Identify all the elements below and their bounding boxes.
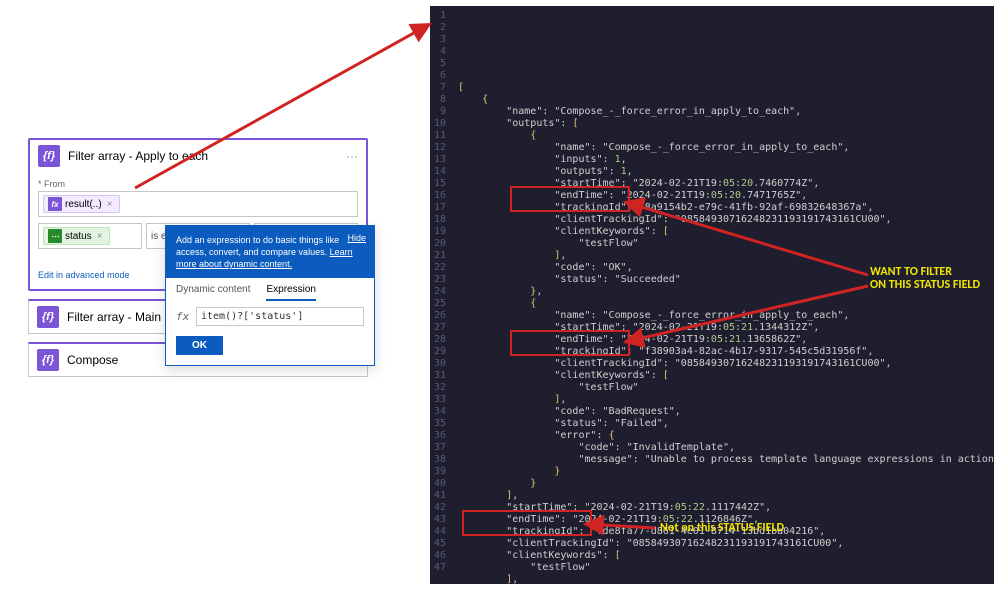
compose-icon: {f} bbox=[37, 349, 59, 371]
tabs: Dynamic content Expression bbox=[166, 278, 374, 301]
expression-input-row: fx item()?['status'] bbox=[166, 301, 374, 332]
code-line[interactable]: "startTime": "2024-02-21T19:05:21.134431… bbox=[458, 322, 994, 334]
code-line[interactable]: "clientKeywords": [ bbox=[458, 226, 994, 238]
token-label: status bbox=[65, 231, 92, 242]
tab-dynamic-content[interactable]: Dynamic content bbox=[176, 284, 250, 301]
from-label: * From bbox=[38, 179, 358, 189]
code-line[interactable]: "message": "Unable to process template l… bbox=[458, 454, 994, 466]
code-line[interactable]: ], bbox=[458, 490, 994, 502]
filter-icon: {f} bbox=[37, 306, 59, 328]
code-line[interactable]: "name": "Compose_-_force_error_in_apply_… bbox=[458, 142, 994, 154]
line-gutter: 1234567891011121314151617181920212223242… bbox=[430, 6, 452, 584]
card-menu-icon[interactable]: ··· bbox=[346, 149, 358, 163]
token-remove-icon[interactable]: × bbox=[95, 231, 105, 242]
expression-input[interactable]: item()?['status'] bbox=[196, 307, 364, 326]
code-line[interactable]: "trackingId": "8a9154b2-e79c-41fb-92af-6… bbox=[458, 202, 994, 214]
code-line[interactable]: "endTime": "2024-02-21T19:05:21.1365862Z… bbox=[458, 334, 994, 346]
code-line[interactable]: "testFlow" bbox=[458, 238, 994, 250]
code-line[interactable]: "trackingId": "f38903a4-82ac-4b17-9317-5… bbox=[458, 346, 994, 358]
code-line[interactable]: [ bbox=[458, 82, 994, 94]
code-line[interactable]: "testFlow" bbox=[458, 382, 994, 394]
cond-left-input[interactable]: ⋯ status × bbox=[38, 223, 142, 249]
code-line[interactable]: "startTime": "2024-02-21T19:05:22.111744… bbox=[458, 502, 994, 514]
expression-help-banner: Add an expression to do basic things lik… bbox=[166, 226, 374, 278]
annotation-want-filter: WANT TO FILTER ON THIS STATUS FIELD bbox=[870, 266, 990, 292]
card-header[interactable]: {f} Filter array - Apply to each ··· bbox=[30, 140, 366, 172]
hide-link[interactable]: Hide bbox=[347, 232, 366, 244]
fx-icon: fx bbox=[176, 310, 192, 323]
ok-button[interactable]: OK bbox=[176, 336, 223, 355]
annotation-not-this: Not on this STATUS FIELD bbox=[660, 522, 784, 535]
advanced-mode-link[interactable]: Edit in advanced mode bbox=[38, 270, 130, 280]
code-line[interactable]: } bbox=[458, 478, 994, 490]
code-line[interactable]: "status": "Failed", bbox=[458, 418, 994, 430]
code-line[interactable]: { bbox=[458, 130, 994, 142]
json-editor[interactable]: 1234567891011121314151617181920212223242… bbox=[430, 6, 994, 584]
code-line[interactable]: "name": "Compose_-_force_error_in_apply_… bbox=[458, 310, 994, 322]
code-line[interactable]: "outputs": 1, bbox=[458, 166, 994, 178]
code-line[interactable]: "clientTrackingId": "0858493071624823119… bbox=[458, 214, 994, 226]
code-line[interactable]: ], bbox=[458, 250, 994, 262]
code-line[interactable]: "code": "InvalidTemplate", bbox=[458, 442, 994, 454]
code-line[interactable]: "code": "BadRequest", bbox=[458, 406, 994, 418]
card-title: Compose bbox=[67, 353, 118, 367]
code-line[interactable]: "clientTrackingId": "0858493071624823119… bbox=[458, 358, 994, 370]
token-label: result(..) bbox=[65, 199, 102, 210]
code-line[interactable]: "startTime": "2024-02-21T19:05:20.746077… bbox=[458, 178, 994, 190]
code-line[interactable]: { bbox=[458, 94, 994, 106]
code-line[interactable]: "clientKeywords": [ bbox=[458, 550, 994, 562]
tab-expression[interactable]: Expression bbox=[266, 284, 315, 301]
code-line[interactable]: "outputs": [ bbox=[458, 118, 994, 130]
code-line[interactable]: { bbox=[458, 298, 994, 310]
code-line[interactable]: "inputs": 1, bbox=[458, 154, 994, 166]
code-line[interactable]: ], bbox=[458, 574, 994, 584]
code-line[interactable]: "testFlow" bbox=[458, 562, 994, 574]
status-icon: ⋯ bbox=[48, 229, 62, 243]
code-line[interactable]: "endTime": "2024-02-21T19:05:20.7471765Z… bbox=[458, 190, 994, 202]
status-token[interactable]: ⋯ status × bbox=[43, 227, 110, 245]
code-line[interactable]: "error": { bbox=[458, 430, 994, 442]
help-text: Add an expression to do basic things lik… bbox=[176, 235, 339, 257]
filter-icon: {f} bbox=[38, 145, 60, 167]
code-line[interactable]: ], bbox=[458, 394, 994, 406]
expression-popup: Add an expression to do basic things lik… bbox=[165, 225, 375, 366]
card-title: Filter array - Apply to each bbox=[68, 149, 208, 163]
token-remove-icon[interactable]: × bbox=[105, 199, 115, 210]
code-line[interactable]: "name": "Compose_-_force_error_in_apply_… bbox=[458, 106, 994, 118]
result-token[interactable]: fx result(..) × bbox=[43, 195, 120, 213]
code-line[interactable]: } bbox=[458, 466, 994, 478]
code-area[interactable]: [ { "name": "Compose_-_force_error_in_ap… bbox=[452, 6, 994, 584]
code-line[interactable]: "clientKeywords": [ bbox=[458, 370, 994, 382]
from-input[interactable]: fx result(..) × bbox=[38, 191, 358, 217]
code-line[interactable]: "clientTrackingId": "0858493071624823119… bbox=[458, 538, 994, 550]
fx-icon: fx bbox=[48, 197, 62, 211]
